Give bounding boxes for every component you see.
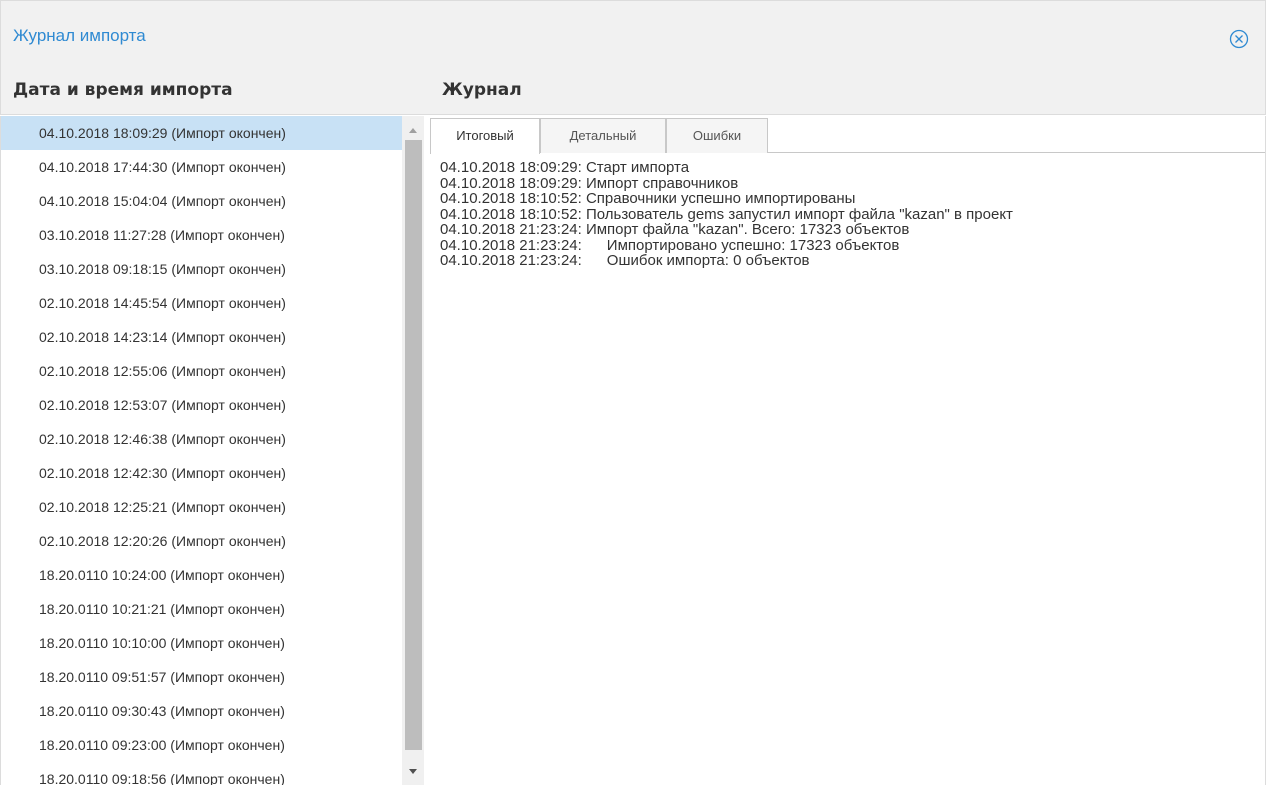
log-text: 04.10.2018 18:09:29: Старт импорта 04.10.… [440,160,1260,269]
import-list-item[interactable]: 04.10.2018 15:04:04 (Импорт окончен) [1,184,402,218]
import-list-item[interactable]: 02.10.2018 14:23:14 (Импорт окончен) [1,320,402,354]
import-list-item[interactable]: 18.20.0110 09:23:00 (Импорт окончен) [1,728,402,762]
tab-summary[interactable]: Итоговый [430,118,540,154]
dialog-titlebar: Журнал импорта [0,0,1266,65]
import-list-item[interactable]: 02.10.2018 12:20:26 (Импорт окончен) [1,524,402,558]
import-list-item[interactable]: 03.10.2018 11:27:28 (Импорт окончен) [1,218,402,252]
import-list-item[interactable]: 18.20.0110 10:10:00 (Импорт окончен) [1,626,402,660]
import-list: 04.10.2018 18:09:29 (Импорт окончен) 04.1… [0,116,402,785]
close-icon[interactable] [1229,29,1249,49]
scroll-up-icon[interactable] [407,123,419,139]
import-list-item[interactable]: 18.20.0110 09:51:57 (Импорт окончен) [1,660,402,694]
import-list-item[interactable]: 02.10.2018 12:42:30 (Импорт окончен) [1,456,402,490]
column-headers: Дата и время импорта Журнал [0,65,1266,115]
log-line: 04.10.2018 21:23:24: Ошибок импорта: 0 о… [440,252,810,269]
log-line: 04.10.2018 21:23:24: Импорт файла "kazan… [440,221,910,238]
import-list-item[interactable]: 03.10.2018 09:18:15 (Импорт окончен) [1,252,402,286]
scroll-down-icon[interactable] [407,763,419,779]
log-line: 04.10.2018 18:09:29: Старт импорта [440,159,690,176]
log-header: Журнал [442,80,522,100]
import-list-item[interactable]: 18.20.0110 09:18:56 (Импорт окончен) [1,762,402,785]
import-list-item[interactable]: 02.10.2018 14:45:54 (Импорт окончен) [1,286,402,320]
dialog-title: Журнал импорта [13,26,146,45]
import-list-item[interactable]: 02.10.2018 12:25:21 (Импорт окончен) [1,490,402,524]
import-list-item[interactable]: 02.10.2018 12:55:06 (Импорт окончен) [1,354,402,388]
log-panel: Итоговый Детальный Ошибки 04.10.2018 18:… [430,116,1266,785]
tab-errors[interactable]: Ошибки [666,118,768,153]
list-scrollbar[interactable] [402,116,424,785]
import-list-item[interactable]: 04.10.2018 17:44:30 (Импорт окончен) [1,150,402,184]
import-datetime-header: Дата и время импорта [13,80,233,100]
log-line: 04.10.2018 18:10:52: Справочники успешно… [440,190,856,207]
import-list-item[interactable]: 18.20.0110 10:24:00 (Импорт окончен) [1,558,402,592]
tab-detailed[interactable]: Детальный [540,118,666,153]
log-line: 04.10.2018 18:09:29: Импорт справочников [440,174,739,192]
import-list-item[interactable]: 18.20.0110 09:30:43 (Импорт окончен) [1,694,402,728]
log-tabs: Итоговый Детальный Ошибки [430,116,1265,154]
import-list-item[interactable]: 02.10.2018 12:53:07 (Импорт окончен) [1,388,402,422]
scroll-thumb[interactable] [405,140,422,750]
log-line: 04.10.2018 18:10:52: Пользователь gems з… [440,205,1013,223]
import-list-item[interactable]: 18.20.0110 10:21:21 (Импорт окончен) [1,592,402,626]
import-log-dialog: Журнал импорта Дата и время импорта Журн… [0,0,1266,785]
log-line: 04.10.2018 21:23:24: Импортировано успеш… [440,236,900,254]
import-list-item[interactable]: 02.10.2018 12:46:38 (Импорт окончен) [1,422,402,456]
import-list-item[interactable]: 04.10.2018 18:09:29 (Импорт окончен) [1,116,402,150]
